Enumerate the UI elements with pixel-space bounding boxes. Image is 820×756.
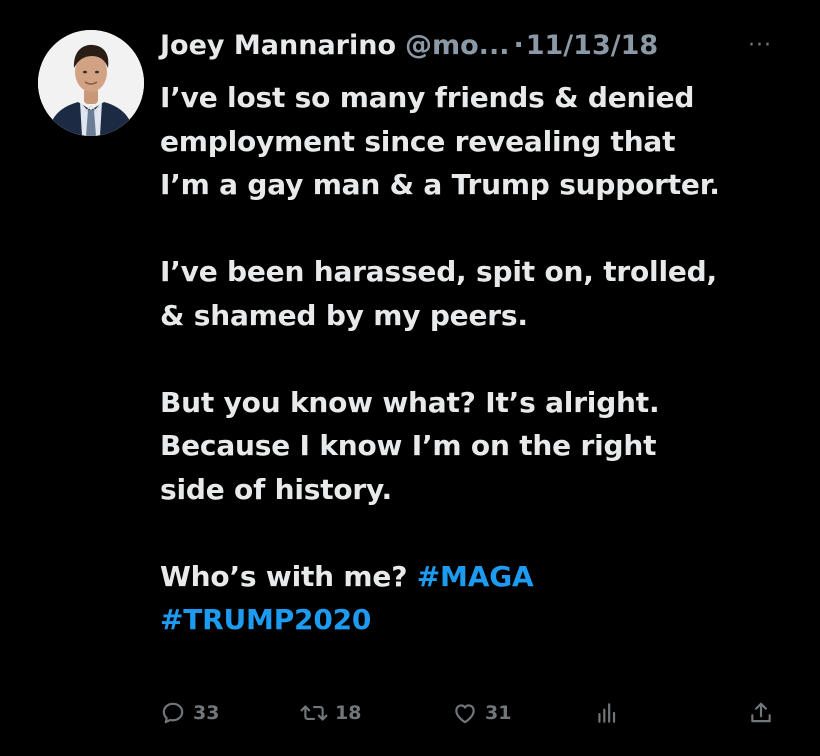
tweet-text-line: Because I know I’m on the right	[160, 429, 657, 462]
hashtag-maga[interactable]: #MAGA	[417, 560, 534, 593]
tweet-text: I’ve lost so many friends & denied emplo…	[160, 76, 800, 642]
heart-icon	[455, 704, 475, 724]
analytics-icon	[598, 703, 616, 723]
reply-icon	[162, 702, 184, 724]
header-separator: ·	[513, 30, 524, 61]
retweet-icon	[300, 705, 328, 721]
like-count: 31	[485, 702, 512, 724]
reply-button[interactable]: 33	[160, 696, 219, 730]
like-button[interactable]: 31	[452, 696, 511, 730]
more-options-icon[interactable]: ···	[748, 35, 772, 57]
tweet-text-line: I’m a gay man & a Trump supporter.	[160, 168, 720, 201]
views-button[interactable]	[594, 696, 620, 730]
tweet-text-line: #TRUMP2020	[160, 598, 800, 642]
tweet-text-line: side of history.	[160, 472, 392, 506]
tweet-date[interactable]: 11/13/18	[526, 26, 658, 66]
tweet-card[interactable]: Joey Mannarino @mo... · 11/13/18 ··· I’v…	[0, 0, 820, 756]
avatar-photo	[38, 30, 144, 136]
tweet-text-line: I’ve been harassed, spit on, trolled,	[160, 255, 717, 288]
reply-count: 33	[193, 702, 220, 724]
tweet-text-fragment: Who’s with me?	[160, 559, 417, 593]
tweet-text-line: I’ve lost so many friends & denied	[160, 81, 695, 114]
tweet-text-line: Who’s with me? #MAGA	[160, 555, 800, 599]
tweet-header: Joey Mannarino @mo... · 11/13/18	[160, 26, 658, 66]
tweet-text-line: employment since revealing that	[160, 124, 676, 158]
retweet-button[interactable]: 18	[300, 696, 361, 730]
share-button[interactable]	[748, 696, 774, 730]
action-bar: 33 18 31	[160, 696, 780, 730]
author-name[interactable]: Joey Mannarino	[160, 26, 396, 66]
avatar[interactable]	[38, 30, 144, 136]
author-handle[interactable]: @mo...	[405, 26, 509, 66]
tweet-text-line: But you know what? It’s alright.	[160, 385, 660, 419]
hashtag-trump2020[interactable]: #TRUMP2020	[160, 603, 371, 636]
retweet-count: 18	[335, 702, 362, 724]
share-icon	[751, 702, 771, 723]
tweet-text-line: & shamed by my peers.	[160, 298, 528, 332]
